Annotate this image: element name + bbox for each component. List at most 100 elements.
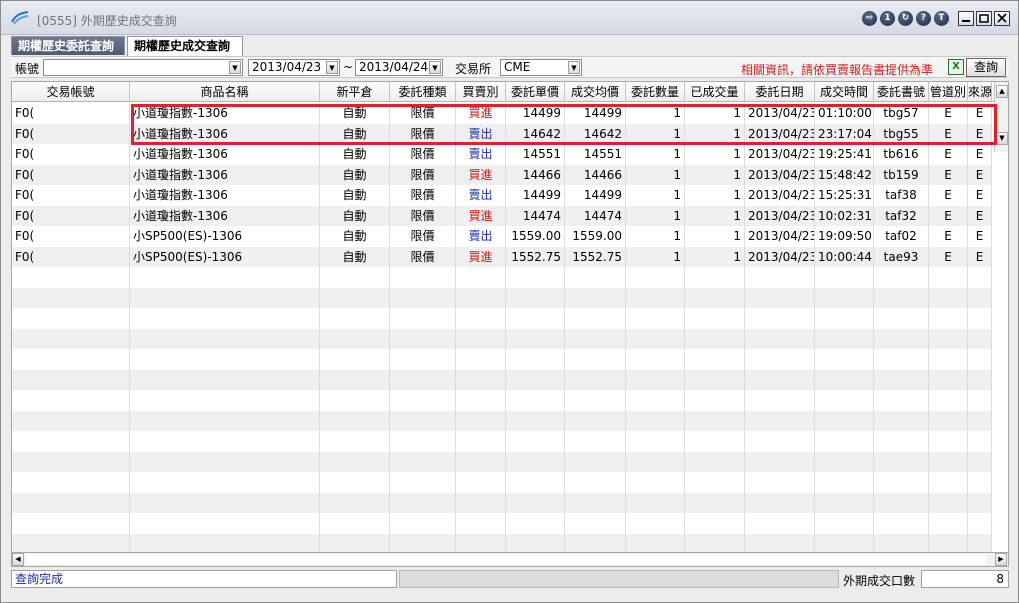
- chevron-down-icon[interactable]: ▼: [568, 61, 580, 74]
- cell-order-no: [874, 267, 929, 288]
- column-header-order-qty[interactable]: 委託數量: [626, 82, 685, 102]
- table-row[interactable]: F0(小道瓊指數-1306 自動 限價 賣出 14499 14499 1 1 2013/04/2…: [12, 185, 992, 206]
- scroll-up-icon[interactable]: ▲: [996, 85, 1008, 98]
- empty-row: [12, 513, 992, 534]
- cell-order-type: 限價: [390, 226, 456, 247]
- column-header-order-price[interactable]: 委託單價: [506, 82, 565, 102]
- cell-avg-fill-price: [565, 513, 626, 534]
- empty-row: [12, 308, 992, 329]
- column-header-avg-fill-price[interactable]: 成交均價: [565, 82, 626, 102]
- chevron-down-icon[interactable]: ▼: [326, 61, 338, 74]
- empty-row: [12, 349, 992, 370]
- info-1-icon[interactable]: 1: [880, 11, 895, 26]
- cell-channel: [929, 472, 968, 493]
- maximize-button[interactable]: [976, 11, 992, 26]
- close-button[interactable]: [994, 11, 1010, 26]
- cell-order-date: [745, 287, 815, 308]
- cell-order-qty: [626, 410, 685, 431]
- cell-side: [456, 308, 506, 329]
- cell-side: [456, 431, 506, 452]
- cell-filled-qty: 1: [685, 144, 745, 165]
- cell-avg-fill-price: [565, 267, 626, 288]
- table-row[interactable]: F0(小道瓊指數-1306 自動 限價 買進 14466 14466 1 1 2013/04/2…: [12, 164, 992, 185]
- column-header-order-no[interactable]: 委託書號: [874, 82, 929, 102]
- empty-row: [12, 390, 992, 411]
- date-from-picker[interactable]: 2013/04/23 ▼: [248, 59, 340, 76]
- column-header-product[interactable]: 商品名稱: [130, 82, 320, 102]
- cell-account: F0(: [12, 164, 130, 185]
- query-button[interactable]: 查詢: [966, 58, 1006, 77]
- chevron-down-icon[interactable]: ▼: [429, 61, 441, 74]
- table-row[interactable]: F0(小道瓊指數-1306 自動 限價 買進 14474 14474 1 1 2013/04/2…: [12, 205, 992, 226]
- column-header-channel[interactable]: 管道別: [929, 82, 968, 102]
- help-icon[interactable]: ?: [916, 11, 931, 26]
- column-header-filled-qty[interactable]: 已成交量: [685, 82, 745, 102]
- cell-order-type: [390, 390, 456, 411]
- cell-account: F0(: [12, 246, 130, 267]
- scroll-down-icon[interactable]: ▼: [996, 132, 1008, 145]
- scroll-right-icon[interactable]: ▶: [995, 553, 1007, 566]
- export-icon[interactable]: ⇨: [862, 11, 877, 26]
- tab-order-history[interactable]: 期權歷史委託查詢: [11, 36, 125, 55]
- cell-order-type: 限價: [390, 185, 456, 206]
- table-row[interactable]: F0(小道瓊指數-1306 自動 限價 賣出 14551 14551 1 1 2013/04/2…: [12, 144, 992, 165]
- empty-row: [12, 328, 992, 349]
- cell-order-qty: [626, 369, 685, 390]
- table-row[interactable]: F0(小道瓊指數-1306 自動 限價 買進 14499 14499 1 1 2013/04/2…: [12, 103, 992, 124]
- column-header-source[interactable]: 來源: [968, 82, 992, 102]
- cell-account: [12, 533, 130, 554]
- account-select[interactable]: ▼: [43, 59, 243, 76]
- tab-fill-history[interactable]: 期權歷史成交查詢: [127, 36, 243, 56]
- cell-filled-qty: [685, 390, 745, 411]
- column-header-fill-time[interactable]: 成交時間: [815, 82, 874, 102]
- cell-order-price: 14499: [506, 185, 565, 206]
- cell-order-type: [390, 328, 456, 349]
- table-row[interactable]: F0(小道瓊指數-1306 自動 限價 賣出 14642 14642 1 1 2013/04/2…: [12, 123, 992, 144]
- cell-filled-qty: 1: [685, 103, 745, 124]
- table-row[interactable]: F0(小SP500(ES)-1306 自動 限價 買進 1552.75 1552.75 1 1…: [12, 246, 992, 267]
- cell-order-qty: 1: [626, 103, 685, 124]
- cell-order-no: [874, 451, 929, 472]
- cell-channel: [929, 492, 968, 513]
- column-header-account[interactable]: 交易帳號: [12, 82, 130, 102]
- cell-side: [456, 451, 506, 472]
- excel-icon[interactable]: X: [948, 59, 964, 75]
- chevron-down-icon[interactable]: ▼: [229, 61, 241, 74]
- cell-fill-time: [815, 492, 874, 513]
- column-header-order-type[interactable]: 委託種類: [390, 82, 456, 102]
- column-header-open-close[interactable]: 新平倉: [320, 82, 390, 102]
- date-to-picker[interactable]: 2013/04/24 ▼: [355, 59, 443, 76]
- filter-bar: 帳號 ▼ 2013/04/23 ▼ ~ 2013/04/24 ▼ 交易所 CME…: [11, 56, 1009, 78]
- cell-account: F0(: [12, 205, 130, 226]
- cell-order-qty: [626, 287, 685, 308]
- cell-avg-fill-price: [565, 492, 626, 513]
- cell-order-qty: [626, 533, 685, 554]
- vertical-scrollbar[interactable]: ▲ ▼: [994, 82, 1008, 152]
- t-icon[interactable]: T: [934, 11, 949, 26]
- column-header-order-date[interactable]: 委託日期: [745, 82, 815, 102]
- column-header-side[interactable]: 買賣別: [456, 82, 506, 102]
- cell-order-no: [874, 513, 929, 534]
- cell-source: E: [968, 144, 992, 165]
- minimize-button[interactable]: [958, 11, 974, 26]
- cell-fill-time: [815, 308, 874, 329]
- cell-side: 買進: [456, 164, 506, 185]
- cell-order-qty: 1: [626, 246, 685, 267]
- scroll-thumb[interactable]: [26, 554, 986, 565]
- cell-product: [130, 328, 320, 349]
- scroll-left-icon[interactable]: ◀: [12, 553, 24, 566]
- main-window: [0555] 外期歷史成交查詢 ⇨ 1 ↻ ? T 期權歷史委託查詢 期權歷史成…: [0, 0, 1019, 603]
- cell-order-type: 限價: [390, 246, 456, 267]
- horizontal-scrollbar[interactable]: ◀ ▶: [11, 552, 1009, 567]
- refresh-icon[interactable]: ↻: [898, 11, 913, 26]
- cell-order-qty: [626, 513, 685, 534]
- table-row[interactable]: F0(小SP500(ES)-1306 自動 限價 賣出 1559.00 1559.00 1 1…: [12, 226, 992, 247]
- cell-channel: E: [929, 123, 968, 144]
- cell-product: [130, 349, 320, 370]
- exchange-select[interactable]: CME ▼: [500, 59, 582, 76]
- cell-filled-qty: [685, 513, 745, 534]
- cell-product: 小SP500(ES)-1306: [130, 246, 320, 267]
- cell-filled-qty: [685, 267, 745, 288]
- cell-filled-qty: 1: [685, 185, 745, 206]
- cell-side: [456, 349, 506, 370]
